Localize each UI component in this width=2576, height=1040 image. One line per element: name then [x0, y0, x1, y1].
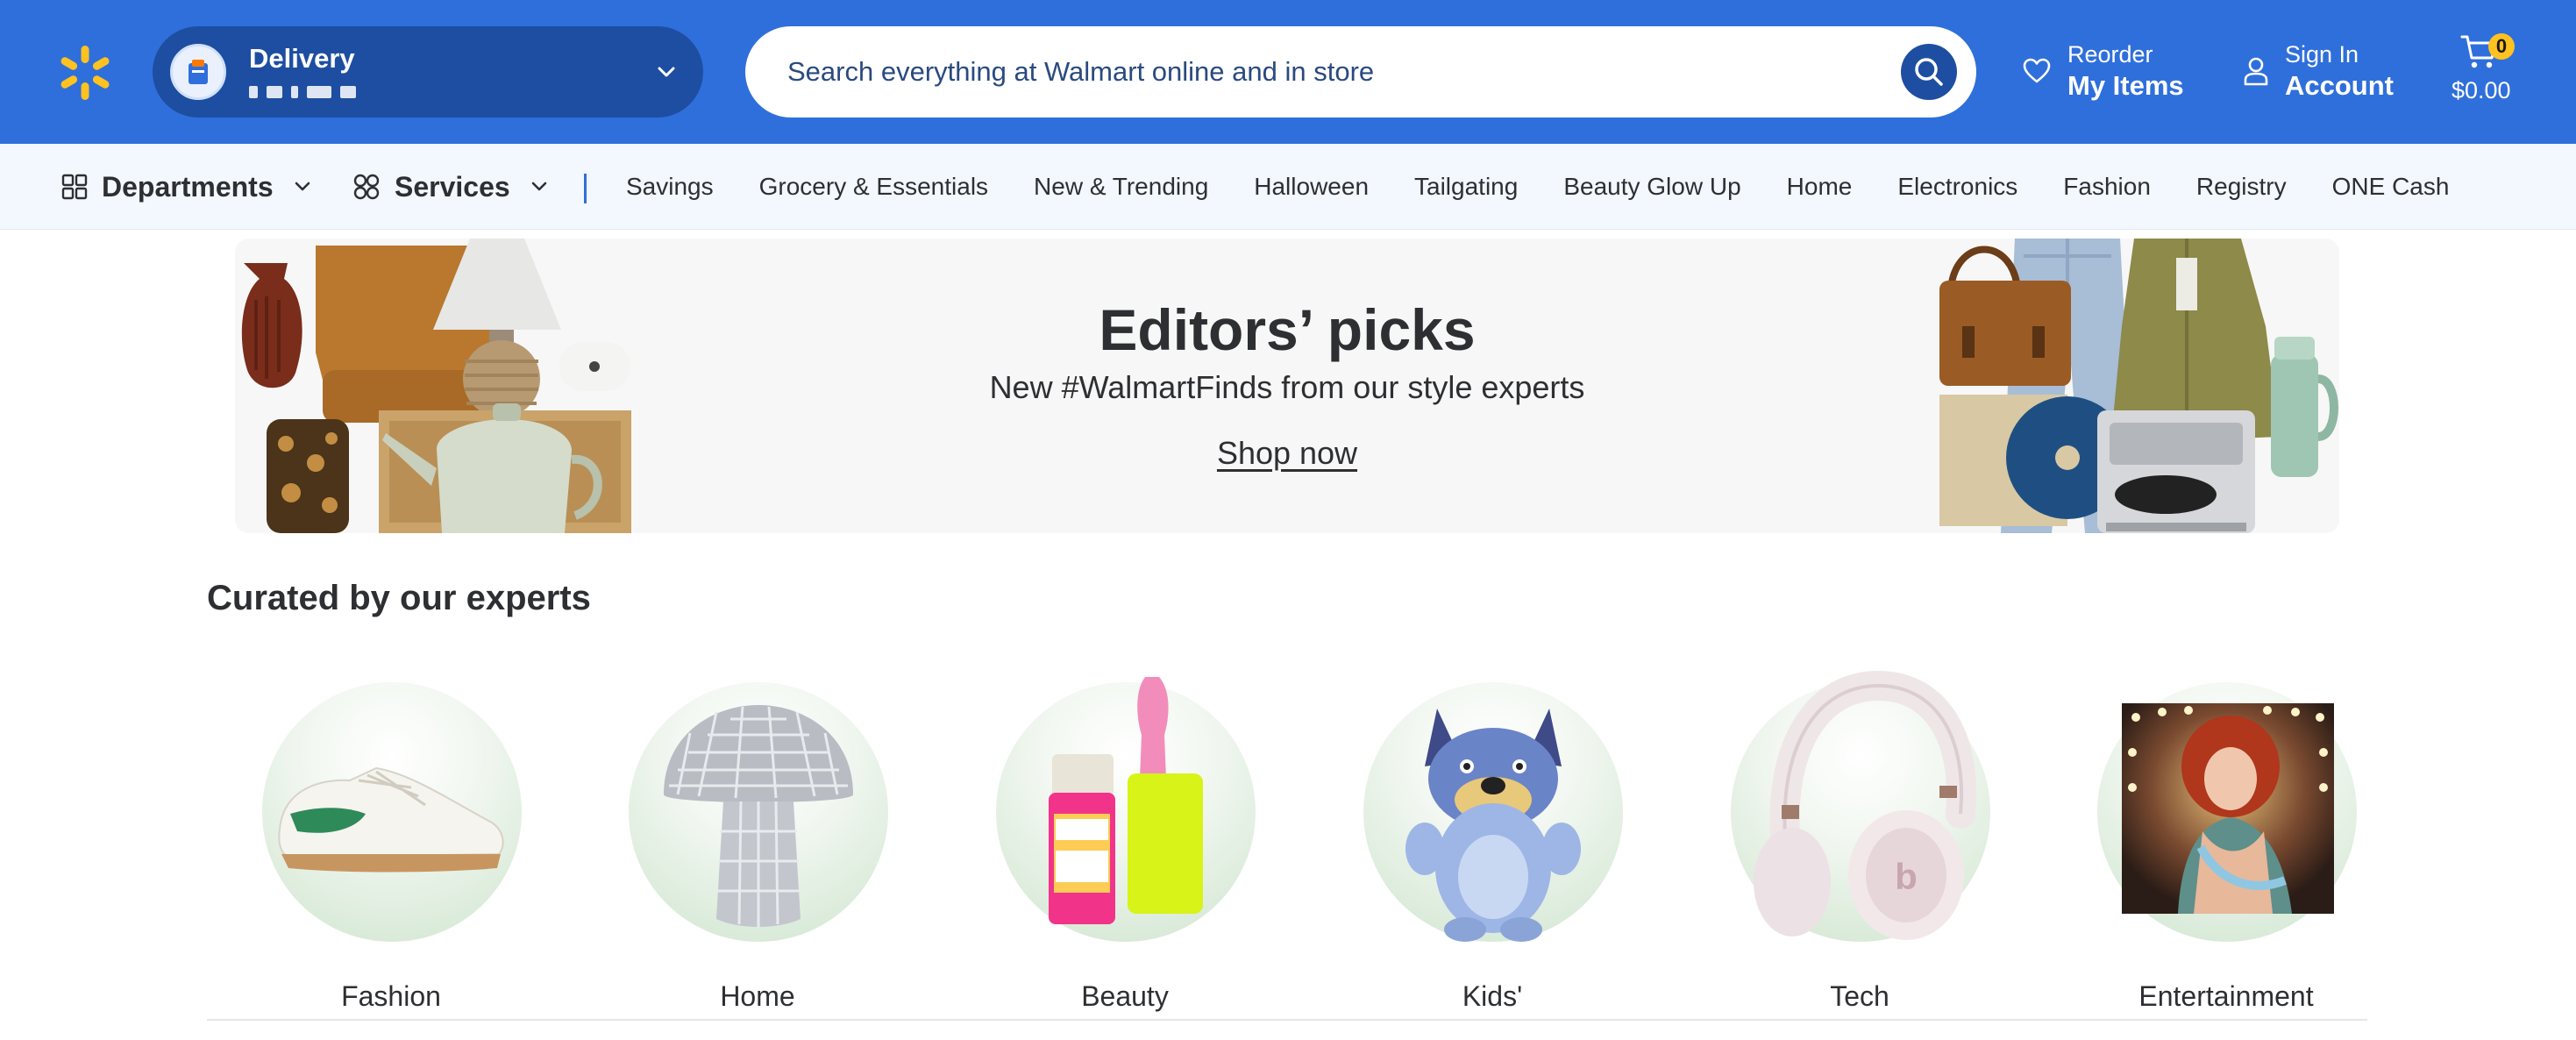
services-icon [353, 174, 380, 200]
reorder-my-items-link[interactable]: Reorder My Items [2022, 32, 2184, 110]
shop-now-link[interactable]: Shop now [1217, 435, 1357, 472]
walmart-spark-logo[interactable] [56, 44, 114, 102]
category-label: Home [720, 980, 795, 1012]
category-label: Entertainment [2138, 980, 2314, 1012]
services-menu[interactable]: Services [352, 144, 551, 230]
cart-count-badge: 0 [2488, 33, 2515, 60]
nav-link-grocery-essentials[interactable]: Grocery & Essentials [759, 173, 988, 201]
disco-mushroom-lamp-icon [664, 705, 853, 928]
category-entertainment[interactable]: Entertainment [2042, 666, 2410, 1021]
chevron-down-icon [531, 182, 546, 191]
search-icon [1915, 58, 1943, 86]
category-fashion[interactable]: Fashion [207, 666, 575, 1021]
category-label: Tech [1830, 980, 1889, 1012]
chevron-down-icon [658, 67, 675, 77]
my-items-label: My Items [2067, 70, 2184, 101]
departments-label: Departments [102, 170, 274, 203]
category-tech[interactable]: b Tech [1676, 666, 2044, 1021]
category-label: Beauty [1081, 980, 1169, 1012]
search-bar [745, 26, 1976, 118]
category-kids[interactable]: Kids' [1308, 666, 1676, 1021]
category-beauty-image [996, 677, 1256, 942]
nav-link-home[interactable]: Home [1787, 173, 1853, 201]
departments-menu[interactable]: Departments [61, 144, 314, 230]
heart-icon [2023, 58, 2051, 83]
cart-button[interactable]: 0 $0.00 [2444, 30, 2550, 118]
secondary-nav: Departments Services Savings Grocery & E… [0, 144, 2576, 230]
category-entertainment-image [2097, 682, 2357, 942]
category-beauty[interactable]: Beauty [941, 666, 1309, 1021]
nav-link-new-trending[interactable]: New & Trending [1034, 173, 1208, 201]
hero-subtitle: New #WalmartFinds from our style experts [989, 369, 1585, 405]
nav-link-savings[interactable]: Savings [626, 173, 714, 201]
category-label: Fashion [341, 980, 441, 1012]
lip-oil-icon [1049, 677, 1203, 924]
sign-in-label: Sign In [2285, 41, 2359, 68]
nav-link-beauty-glow-up[interactable]: Beauty Glow Up [1563, 173, 1740, 201]
editors-picks-banner[interactable]: Editors’ picks New #WalmartFinds from ou… [235, 239, 2339, 533]
top-header: Delivery Reorder My Items [0, 0, 2576, 144]
nav-link-halloween[interactable]: Halloween [1254, 173, 1369, 201]
plush-toy-icon [1405, 709, 1581, 942]
search-button[interactable] [1901, 44, 1957, 100]
chevron-down-icon [295, 182, 310, 191]
nav-link-tailgating[interactable]: Tailgating [1414, 173, 1518, 201]
headphones-icon: b [1754, 670, 1976, 940]
delivery-store-icon [170, 44, 226, 100]
hero-content: Editors’ picks New #WalmartFinds from ou… [647, 239, 1927, 533]
grid-icon [61, 174, 88, 200]
nav-link-electronics[interactable]: Electronics [1897, 173, 2017, 201]
delivery-title: Delivery [249, 43, 355, 74]
delivery-selector[interactable]: Delivery [153, 26, 703, 118]
nav-link-registry[interactable]: Registry [2196, 173, 2287, 201]
cart-total: $0.00 [2451, 77, 2511, 103]
services-label: Services [395, 170, 510, 203]
svg-text:b: b [1895, 856, 1918, 897]
category-home-image [629, 682, 888, 942]
category-kids-image [1363, 682, 1623, 942]
nav-link-fashion[interactable]: Fashion [2063, 173, 2151, 201]
delivery-address-redacted [249, 83, 398, 101]
fashion-tech-collage-image [1939, 239, 2338, 533]
home-decor-collage-image [241, 239, 631, 533]
category-home[interactable]: Home [573, 666, 942, 1021]
album-cover-icon [2122, 703, 2334, 914]
curated-categories: Fashion Home Beauty Kids' b Tech Enterta… [207, 666, 2367, 1021]
hero-title: Editors’ picks [1099, 297, 1476, 362]
category-tech-image: b [1731, 670, 1990, 942]
sneaker-icon [278, 766, 504, 873]
nav-link-one-cash[interactable]: ONE Cash [2332, 173, 2450, 201]
sign-in-account-link[interactable]: Sign In Account [2243, 32, 2394, 110]
curated-section-title: Curated by our experts [207, 579, 591, 617]
nav-divider [584, 174, 587, 203]
search-input[interactable] [787, 56, 1839, 88]
category-fashion-image [262, 682, 522, 942]
account-label: Account [2285, 70, 2394, 101]
reorder-label: Reorder [2067, 41, 2153, 68]
category-label: Kids' [1462, 980, 1523, 1012]
user-icon [2244, 57, 2268, 86]
nav-links: Savings Grocery & Essentials New & Trend… [626, 144, 2449, 230]
